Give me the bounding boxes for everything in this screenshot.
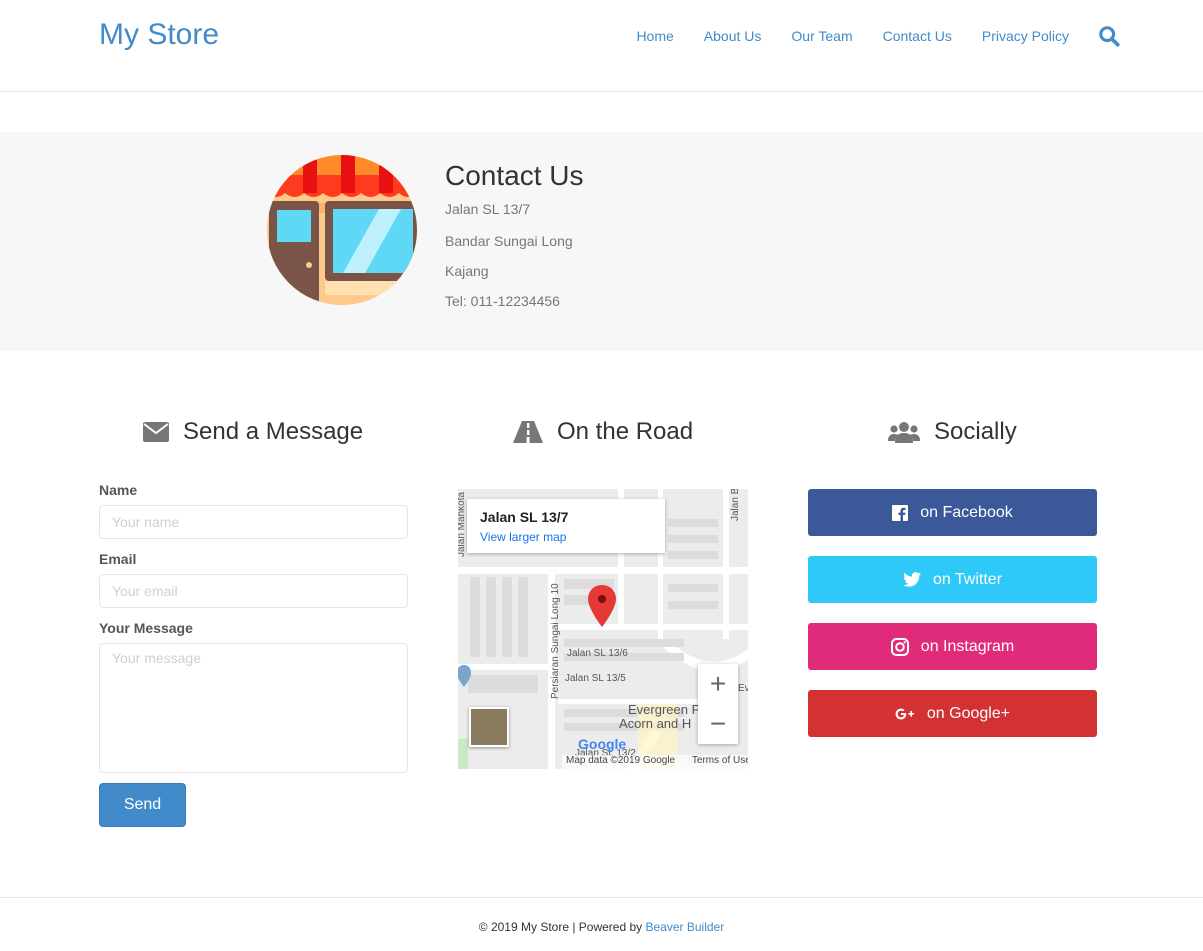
street-label: Jalan Mahkota 9: [458, 489, 467, 557]
twitter-icon: [903, 572, 921, 587]
site-footer: © 2019 My Store | Powered by Beaver Buil…: [0, 897, 1203, 951]
street-label: Persiaran Sungai Long 10: [550, 583, 561, 699]
name-label: Name: [99, 482, 138, 498]
google-plus-label: on Google+: [926, 704, 1011, 722]
view-larger-map-link[interactable]: View larger map: [480, 530, 652, 544]
nav-home[interactable]: Home: [636, 27, 673, 45]
instagram-button[interactable]: on Instagram: [808, 623, 1097, 670]
envelope-icon: [143, 422, 169, 442]
street-label: Jalan B: [730, 489, 741, 521]
facebook-icon: [892, 504, 909, 521]
road-icon: [513, 421, 543, 443]
store-avatar: [267, 155, 417, 305]
phone-line: Tel: 011-12234456: [445, 293, 560, 309]
google-logo: Google: [578, 736, 627, 752]
street-label: Jalan SL 13/5: [565, 673, 626, 684]
zoom-controls: + −: [698, 664, 738, 744]
email-input[interactable]: [99, 574, 408, 608]
street-label: Evergreen P: [628, 702, 701, 717]
twitter-label: on Twitter: [932, 570, 1003, 588]
terms-of-use-link[interactable]: Terms of Use: [692, 755, 748, 766]
socially-title: Socially: [934, 418, 1017, 445]
send-message-heading: Send a Message: [143, 418, 363, 446]
facebook-button[interactable]: on Facebook: [808, 489, 1097, 536]
name-input[interactable]: [99, 505, 408, 539]
google-map[interactable]: Jalan SL 13/6 Jalan SL 13/5 Evergreen P …: [458, 489, 748, 769]
address-line-2: Bandar Sungai Long: [445, 233, 573, 249]
google-plus-icon: [895, 708, 914, 719]
facebook-label: on Facebook: [920, 503, 1013, 521]
zoom-out-button[interactable]: −: [698, 704, 738, 744]
map-place-name: Jalan SL 13/7: [480, 509, 569, 525]
map-footer: Map data ©2019 Google Terms of Use: [562, 755, 748, 769]
map-info-card: Jalan SL 13/7 View larger map: [467, 499, 665, 553]
site-header: My Store Home About Us Our Team Contact …: [0, 0, 1203, 92]
street-label: Acorn and H: [619, 716, 692, 731]
search-icon[interactable]: [1098, 25, 1120, 47]
footer-copyright: © 2019 My Store | Powered by: [478, 920, 646, 934]
nav-privacy-policy[interactable]: Privacy Policy: [982, 27, 1069, 45]
google-plus-button[interactable]: on Google+: [808, 690, 1097, 737]
nav-our-team[interactable]: Our Team: [791, 27, 852, 45]
address-line-3: Kajang: [445, 263, 489, 279]
message-textarea[interactable]: [99, 643, 408, 773]
street-label: Jalan SL 13/6: [567, 648, 628, 659]
map-data-text: Map data ©2019 Google: [566, 755, 676, 766]
address-line-1: Jalan SL 13/7: [445, 201, 531, 217]
on-the-road-title: On the Road: [557, 418, 694, 445]
socially-heading: Socially: [888, 418, 1017, 446]
message-label: Your Message: [99, 620, 193, 636]
street-label: Ev: [738, 683, 748, 694]
main-nav: Home About Us Our Team Contact Us Privac…: [606, 27, 1069, 45]
twitter-button[interactable]: on Twitter: [808, 556, 1097, 603]
users-icon: [888, 422, 920, 443]
zoom-in-button[interactable]: +: [698, 664, 738, 704]
email-label: Email: [99, 551, 137, 567]
instagram-icon: [890, 637, 909, 656]
send-button[interactable]: Send: [99, 783, 186, 827]
page-title: Contact Us: [445, 160, 584, 191]
instagram-label: on Instagram: [920, 637, 1015, 655]
nav-contact-us[interactable]: Contact Us: [883, 27, 952, 45]
nav-about-us[interactable]: About Us: [704, 27, 762, 45]
satellite-toggle[interactable]: [469, 707, 509, 747]
contact-hero: Contact Us Jalan SL 13/7 Bandar Sungai L…: [0, 132, 1203, 351]
brand-logo[interactable]: My Store: [99, 18, 219, 52]
on-the-road-heading: On the Road: [513, 418, 693, 446]
beaver-builder-link[interactable]: Beaver Builder: [646, 920, 725, 934]
send-message-title: Send a Message: [183, 418, 364, 445]
storefront-icon: [267, 155, 417, 305]
